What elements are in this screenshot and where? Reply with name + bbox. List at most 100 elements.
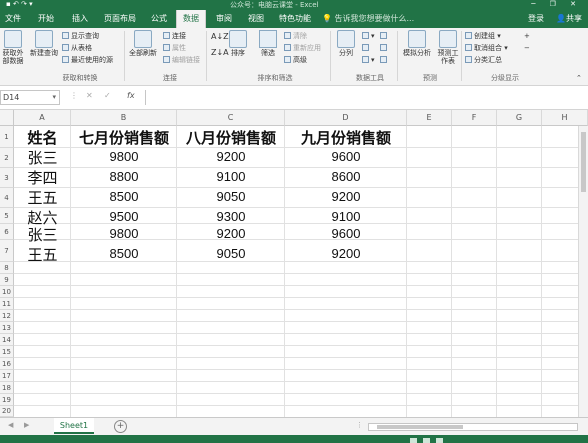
formula-input[interactable] xyxy=(145,90,588,105)
column-header-h[interactable]: H xyxy=(542,110,588,126)
row-header-6[interactable]: 6 xyxy=(0,224,14,240)
cell-a1[interactable]: 姓名 xyxy=(14,127,71,148)
text-to-columns-button[interactable]: 分列 xyxy=(334,30,358,57)
new-query-button[interactable]: 新建查询 xyxy=(30,30,58,57)
cell-d2[interactable]: 9600 xyxy=(285,149,407,164)
cell-b4[interactable]: 8500 xyxy=(71,189,177,204)
column-header-b[interactable]: B xyxy=(71,110,177,126)
cell-a6[interactable]: 张三 xyxy=(14,224,71,245)
collapse-ribbon-button[interactable]: ⌃ xyxy=(576,73,582,83)
cell-c4[interactable]: 9050 xyxy=(177,189,285,204)
properties-button[interactable]: 属性 xyxy=(163,43,186,53)
cell-c6[interactable]: 9200 xyxy=(177,226,285,241)
tab-home[interactable]: 开始 xyxy=(32,10,60,28)
get-external-data-button[interactable]: 获取外部数据 xyxy=(0,30,26,65)
connections-button[interactable]: 连接 xyxy=(163,31,186,41)
relationships-button[interactable] xyxy=(380,43,389,53)
tab-data[interactable]: 数据 xyxy=(176,10,206,28)
row-header-2[interactable]: 2 xyxy=(0,148,14,168)
cell-c2[interactable]: 9200 xyxy=(177,149,285,164)
worksheet-grid[interactable]: A B C D E F G H 1 2 3 4 5 6 7 8 9 10 11 … xyxy=(0,110,588,417)
row-header-4[interactable]: 4 xyxy=(0,188,14,208)
column-header-f[interactable]: F xyxy=(452,110,497,126)
tab-formulas[interactable]: 公式 xyxy=(145,10,173,28)
more-options-icon[interactable]: ⋮ xyxy=(356,421,363,429)
what-if-analysis-button[interactable]: 模拟分析 xyxy=(400,30,434,57)
cell-b6[interactable]: 9800 xyxy=(71,226,177,241)
share-button[interactable]: 👤共享 xyxy=(556,10,582,28)
cell-d1[interactable]: 九月份销售额 xyxy=(285,127,407,148)
add-sheet-button[interactable]: + xyxy=(114,420,127,433)
row-header-17[interactable]: 17 xyxy=(0,370,14,382)
row-header-15[interactable]: 15 xyxy=(0,346,14,358)
cell-b7[interactable]: 8500 xyxy=(71,246,177,261)
next-sheet-icon[interactable]: ▶ xyxy=(24,421,29,429)
cell-b5[interactable]: 9500 xyxy=(71,209,177,224)
row-header-11[interactable]: 11 xyxy=(0,298,14,310)
column-header-e[interactable]: E xyxy=(407,110,452,126)
subtotal-button[interactable]: 分类汇总 xyxy=(465,55,502,65)
row-header-16[interactable]: 16 xyxy=(0,358,14,370)
row-header-10[interactable]: 10 xyxy=(0,286,14,298)
cell-b1[interactable]: 七月份销售额 xyxy=(71,127,177,148)
insert-function-icon[interactable]: fx xyxy=(127,91,135,100)
sort-button[interactable]: 排序 xyxy=(228,30,248,57)
row-header-13[interactable]: 13 xyxy=(0,322,14,334)
column-header-d[interactable]: D xyxy=(285,110,407,126)
row-header-1[interactable]: 1 xyxy=(0,126,14,148)
vertical-scrollbar[interactable] xyxy=(578,126,588,417)
tab-review[interactable]: 审阅 xyxy=(210,10,238,28)
column-header-g[interactable]: G xyxy=(497,110,542,126)
cancel-formula-icon[interactable]: ✕ xyxy=(86,91,93,100)
tab-file[interactable]: 文件 xyxy=(0,10,26,28)
tab-insert[interactable]: 插入 xyxy=(66,10,94,28)
forecast-sheet-button[interactable]: 预测工作表 xyxy=(436,30,460,65)
cell-c5[interactable]: 9300 xyxy=(177,209,285,224)
from-table-button[interactable]: 从表格 xyxy=(62,43,92,53)
flash-fill-button[interactable]: ▾ xyxy=(362,31,375,41)
reapply-button[interactable]: 重新应用 xyxy=(284,43,321,53)
sort-az-button[interactable]: A↓Z xyxy=(211,32,229,42)
sign-in-link[interactable]: 登录 xyxy=(528,10,544,28)
show-detail-button[interactable]: + xyxy=(524,31,530,41)
row-header-14[interactable]: 14 xyxy=(0,334,14,346)
refresh-all-button[interactable]: 全部刷新 xyxy=(128,30,158,57)
window-buttons[interactable]: ─ ❐ ✕ xyxy=(531,0,582,8)
manage-data-model-button[interactable] xyxy=(380,55,389,65)
cell-c1[interactable]: 八月份销售额 xyxy=(177,127,285,148)
hide-detail-button[interactable]: − xyxy=(524,43,530,53)
cell-a3[interactable]: 李四 xyxy=(14,167,71,188)
filter-button[interactable]: 筛选 xyxy=(256,30,280,57)
row-header-8[interactable]: 8 xyxy=(0,262,14,274)
row-header-7[interactable]: 7 xyxy=(0,240,14,262)
prev-sheet-icon[interactable]: ◀ xyxy=(8,421,13,429)
cell-d3[interactable]: 8600 xyxy=(285,169,407,184)
tab-special-features[interactable]: 特色功能 xyxy=(275,10,315,28)
cell-b3[interactable]: 8800 xyxy=(71,169,177,184)
show-queries-button[interactable]: 显示查询 xyxy=(62,31,99,41)
row-header-5[interactable]: 5 xyxy=(0,208,14,224)
tab-view[interactable]: 视图 xyxy=(242,10,270,28)
row-header-19[interactable]: 19 xyxy=(0,394,14,406)
tell-me-search[interactable]: 💡 告诉我您想要做什么... xyxy=(322,10,414,28)
chevron-down-icon[interactable]: ▾ xyxy=(52,91,56,104)
name-box[interactable]: D14 ▾ xyxy=(0,90,60,105)
row-header-3[interactable]: 3 xyxy=(0,168,14,188)
row-header-18[interactable]: 18 xyxy=(0,382,14,394)
horizontal-scroll-thumb[interactable] xyxy=(377,425,463,429)
cell-c3[interactable]: 9100 xyxy=(177,169,285,184)
row-header-12[interactable]: 12 xyxy=(0,310,14,322)
normal-view-icon[interactable] xyxy=(410,438,417,443)
select-all-corner[interactable] xyxy=(0,110,14,126)
edit-links-button[interactable]: 编辑链接 xyxy=(163,55,200,65)
tab-page-layout[interactable]: 页面布局 xyxy=(100,10,140,28)
group-button[interactable]: 创建组 ▾ xyxy=(465,31,501,41)
cell-a2[interactable]: 张三 xyxy=(14,147,71,168)
remove-duplicates-button[interactable] xyxy=(362,43,371,53)
clear-filter-button[interactable]: 清除 xyxy=(284,31,307,41)
cell-b2[interactable]: 9800 xyxy=(71,149,177,164)
cell-a7[interactable]: 王五 xyxy=(14,244,71,265)
cell-d6[interactable]: 9600 xyxy=(285,226,407,241)
column-header-c[interactable]: C xyxy=(177,110,285,126)
cell-d5[interactable]: 9100 xyxy=(285,209,407,224)
